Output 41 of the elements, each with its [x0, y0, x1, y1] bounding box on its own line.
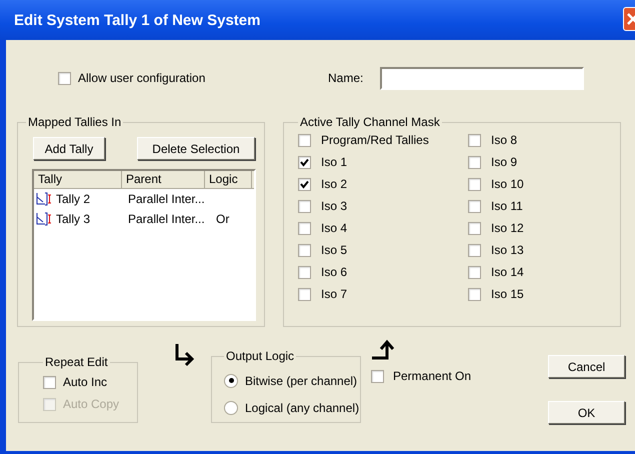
delete-selection-button[interactable]: Delete Selection [137, 137, 255, 160]
table-cell-text: Parallel Inter... [128, 212, 206, 226]
add-tally-button[interactable]: Add Tally [33, 137, 105, 160]
checkbox-label: Allow user configuration [78, 71, 206, 85]
checkbox-label: Iso 5 [321, 243, 348, 257]
checkbox-label: Iso 10 [491, 177, 524, 191]
checkbox-label: Program/Red Tallies [321, 133, 429, 147]
column-header[interactable]: Tally [34, 171, 122, 188]
checkbox-label: Iso 1 [321, 155, 348, 169]
checkbox-label: Auto Copy [63, 397, 120, 411]
table-cell-text: Parallel Inter... [128, 192, 206, 206]
checkbox-label: Iso 7 [321, 287, 348, 301]
checkbox-label: Iso 11 [491, 199, 523, 213]
group-title: Mapped Tallies In [27, 115, 122, 129]
checkbox-label: Iso 8 [491, 133, 518, 147]
window-title: Edit System Tally 1 of New System [14, 12, 260, 28]
tally-list[interactable]: Tally Parent Logic Tally 2 Parallel Inter... Tally 3 Parallel Inter... Or [32, 169, 256, 321]
ok-button[interactable]: OK [548, 401, 625, 424]
column-header[interactable]: Parent [122, 171, 205, 188]
checkbox-label: Iso 4 [321, 221, 348, 235]
column-header[interactable]: Logic [205, 171, 252, 188]
checkbox-label: Iso 6 [321, 265, 348, 279]
checkbox-label: Iso 12 [491, 221, 524, 235]
radio-label: Logical (any channel) [245, 400, 360, 414]
group-title: Active Tally Channel Mask [299, 115, 441, 129]
checkbox-label: Iso 13 [491, 243, 524, 257]
checkbox-label: Permanent On [393, 369, 472, 383]
group-title: Output Logic [225, 349, 296, 363]
checkbox-label: Iso 2 [321, 177, 348, 191]
checkbox-label: Auto Inc [63, 375, 108, 389]
checkbox-label: Iso 9 [491, 155, 518, 169]
radio-label: Bitwise (per channel) [245, 374, 358, 388]
checkbox-label: Iso 3 [321, 199, 348, 213]
name-label: Name: [328, 71, 364, 85]
group-title: Repeat Edit [44, 355, 109, 369]
table-cell: Tally 3 [56, 212, 90, 226]
cancel-button[interactable]: Cancel [548, 355, 625, 378]
checkbox-label: Iso 14 [491, 265, 524, 279]
table-cell: Or [216, 212, 230, 226]
checkbox-label: Iso 15 [491, 287, 524, 301]
table-cell: Tally 2 [56, 192, 90, 206]
